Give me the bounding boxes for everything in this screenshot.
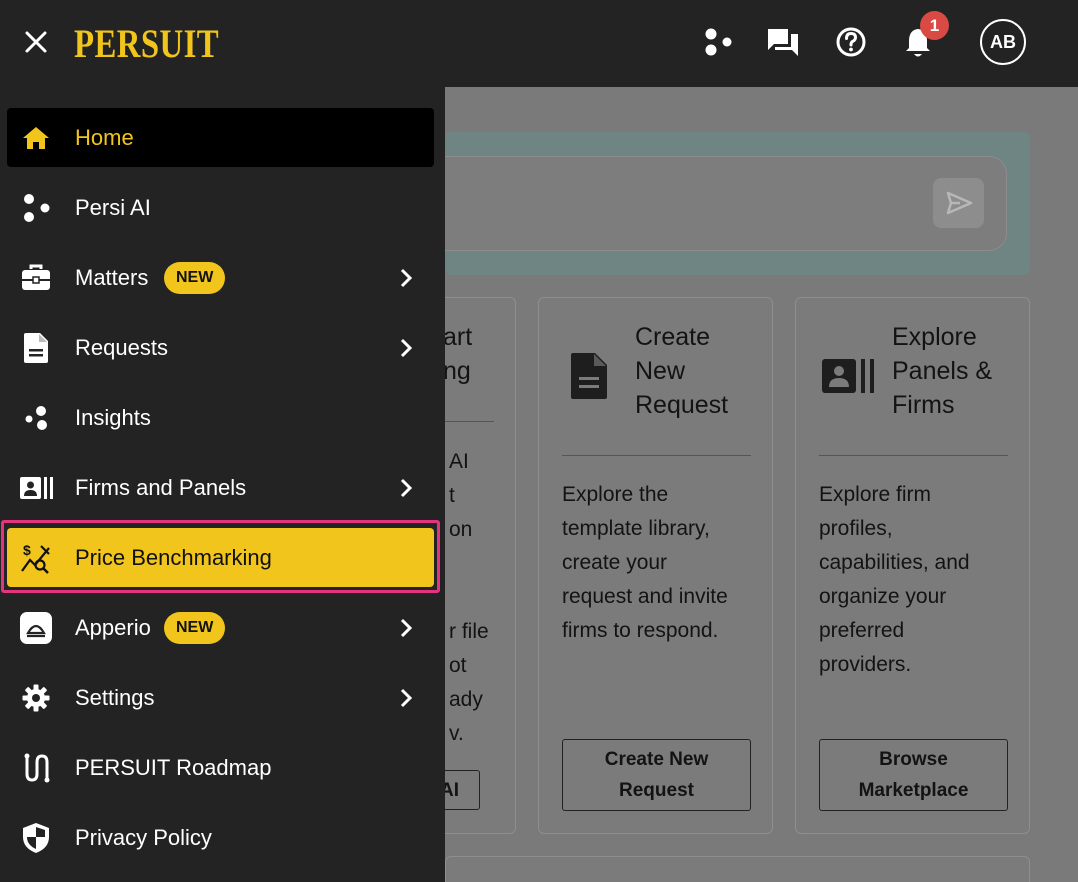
sidebar-item-apperio[interactable]: Apperio NEW xyxy=(7,598,434,657)
card-title: Explore Panels & Firms xyxy=(892,323,993,419)
card-description: AI t on r file ot ady v. xyxy=(449,450,489,745)
sidebar-item-label: Requests xyxy=(75,334,168,360)
persi-ai-icon xyxy=(19,191,53,225)
persuit-logo[interactable]: PERSUIT xyxy=(74,20,219,67)
sidebar-item-home[interactable]: Home xyxy=(7,108,434,167)
bottom-card xyxy=(445,856,1030,882)
close-icon xyxy=(25,31,47,53)
gear-icon xyxy=(19,681,53,715)
chevron-right-icon xyxy=(400,268,413,287)
sidebar-item-label: Insights xyxy=(75,404,151,430)
new-badge: NEW xyxy=(164,262,226,294)
close-menu-button[interactable] xyxy=(18,24,54,60)
sidebar-item-label: Apperio xyxy=(75,614,151,640)
sidebar-item-label: PERSUIT Roadmap xyxy=(75,754,272,780)
top-bar: PERSUIT 1 AB xyxy=(0,0,1078,87)
sidebar-item-label: Privacy Policy xyxy=(75,824,212,850)
firms-icon xyxy=(822,359,874,393)
document-icon xyxy=(571,353,607,399)
chevron-right-icon xyxy=(400,618,413,637)
sidebar-item-persuit-roadmap[interactable]: PERSUIT Roadmap xyxy=(7,738,434,797)
sidebar-item-matters[interactable]: Matters NEW xyxy=(7,248,434,307)
firms-icon xyxy=(19,471,53,505)
explore-panels-card: Explore Panels & Firms Explore firm profile… xyxy=(795,297,1030,834)
briefcase-icon xyxy=(19,261,53,295)
sidebar-item-label: Firms and Panels xyxy=(75,474,247,500)
ask-ai-input[interactable] xyxy=(445,156,1007,251)
help-icon xyxy=(836,27,866,57)
sidebar-item-persi-ai[interactable]: Persi AI xyxy=(7,178,434,237)
document-icon xyxy=(19,331,53,365)
chevron-right-icon xyxy=(400,478,413,497)
notification-badge: 1 xyxy=(920,11,949,40)
card-description: Explore firm profiles, capabilities, and or… xyxy=(819,483,970,676)
persi-ai-button[interactable] xyxy=(700,24,736,60)
create-request-card: Create New Request Explore the template lib… xyxy=(538,297,773,834)
card-divider xyxy=(562,455,751,456)
sidebar-item-label: Settings xyxy=(75,684,155,710)
sidebar-item-privacy-policy[interactable]: Privacy Policy xyxy=(7,808,434,867)
chevron-right-icon xyxy=(400,688,413,707)
send-icon xyxy=(946,191,972,215)
send-button[interactable] xyxy=(933,178,984,228)
avatar[interactable]: AB xyxy=(980,19,1026,65)
insights-icon xyxy=(19,401,53,435)
sidebar-item-requests[interactable]: Requests xyxy=(7,318,434,377)
apperio-icon xyxy=(19,611,53,645)
help-button[interactable] xyxy=(833,24,869,60)
sidebar-item-label: Persi AI xyxy=(75,194,151,220)
new-badge: NEW xyxy=(164,612,226,644)
selection-highlight xyxy=(1,520,440,593)
sidebar-item-label: Home xyxy=(75,124,134,150)
messages-button[interactable] xyxy=(765,24,801,60)
create-new-request-button[interactable]: Create New Request xyxy=(562,739,751,811)
persi-ai-icon xyxy=(705,28,732,56)
shield-icon xyxy=(19,821,53,855)
sidebar-item-insights[interactable]: Insights xyxy=(7,388,434,447)
sidebar-item-label: Matters xyxy=(75,264,149,290)
sidebar-item-settings[interactable]: Settings xyxy=(7,668,434,727)
browse-marketplace-button[interactable]: Browse Marketplace xyxy=(819,739,1008,811)
sidebar-item-firms-and-panels[interactable]: Firms and Panels xyxy=(7,458,434,517)
card-title: art ng xyxy=(443,323,473,385)
chat-icon xyxy=(768,29,798,56)
roadmap-icon xyxy=(19,751,53,785)
card-title: Create New Request xyxy=(635,323,729,419)
card-description: Explore the template library, create your r… xyxy=(562,483,728,642)
home-icon xyxy=(19,121,53,155)
card-divider xyxy=(819,455,1008,456)
chevron-right-icon xyxy=(400,338,413,357)
